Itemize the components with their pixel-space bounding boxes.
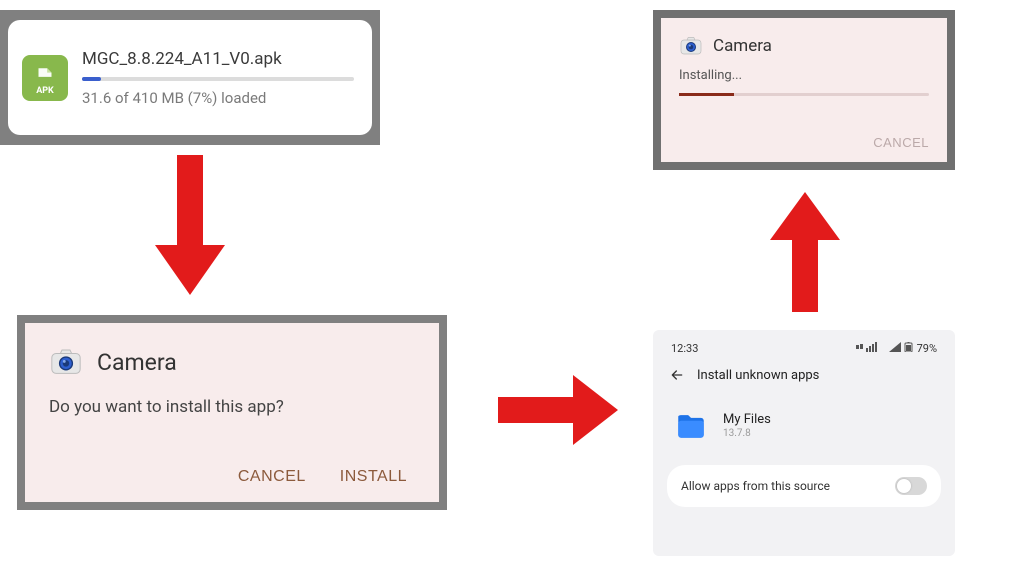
download-info: MGC_8.8.224_A11_V0.apk 31.6 of 410 MB (7…	[82, 49, 354, 107]
camera-app-icon	[679, 34, 703, 58]
flow-arrow-up	[770, 192, 840, 312]
install-prompt-actions: CANCEL INSTALL	[49, 468, 415, 486]
download-filename: MGC_8.8.224_A11_V0.apk	[82, 49, 354, 69]
download-card[interactable]: APK MGC_8.8.224_A11_V0.apk 31.6 of 410 M…	[8, 20, 372, 135]
app-meta: My Files 13.7.8	[723, 412, 771, 439]
installing-card: Camera Installing... CANCEL	[661, 18, 947, 162]
settings-page-title: Install unknown apps	[697, 368, 819, 383]
download-status-text: 31.6 of 410 MB (7%) loaded	[82, 89, 354, 107]
network-icon	[856, 342, 886, 355]
install-prompt-header: Camera	[49, 345, 415, 379]
download-progress-bar	[82, 77, 354, 81]
install-button[interactable]: INSTALL	[340, 468, 407, 486]
signal-icon	[889, 342, 901, 355]
toggle-knob	[897, 479, 911, 493]
installing-actions: CANCEL	[679, 135, 929, 150]
cancel-button[interactable]: CANCEL	[238, 468, 306, 486]
installing-status-text: Installing...	[679, 68, 929, 83]
install-prompt-question: Do you want to install this app?	[49, 397, 415, 417]
back-arrow-icon[interactable]	[669, 367, 685, 383]
installing-progress-fill	[679, 93, 734, 96]
battery-percent: 79%	[917, 342, 937, 355]
status-bar: 12:33 79%	[667, 340, 941, 363]
install-prompt-app-name: Camera	[97, 349, 177, 376]
app-info-row: My Files 13.7.8	[667, 397, 941, 459]
settings-header: Install unknown apps	[667, 363, 941, 397]
allow-source-toggle[interactable]	[895, 477, 927, 495]
installing-progress-bar	[679, 93, 929, 96]
install-prompt-card: Camera Do you want to install this app? …	[25, 323, 439, 502]
settings-unknown-apps-panel: 12:33 79% Install unknown apps My Files …	[653, 330, 955, 556]
my-files-app-icon	[673, 407, 709, 443]
download-progress-fill	[82, 77, 101, 81]
settings-app-name: My Files	[723, 412, 771, 427]
installing-header: Camera	[679, 34, 929, 58]
installing-cancel-button[interactable]: CANCEL	[873, 135, 929, 150]
install-prompt-panel: Camera Do you want to install this app? …	[17, 315, 447, 510]
download-notification-panel: APK MGC_8.8.224_A11_V0.apk 31.6 of 410 M…	[0, 10, 380, 145]
allow-source-toggle-card[interactable]: Allow apps from this source	[667, 465, 941, 507]
installing-app-name: Camera	[713, 36, 772, 56]
flow-arrow-down-1	[155, 155, 225, 295]
apk-file-icon: APK	[22, 55, 68, 101]
settings-app-version: 13.7.8	[723, 428, 771, 439]
battery-icon	[904, 342, 914, 355]
status-indicators: 79%	[856, 342, 937, 355]
camera-app-icon	[49, 345, 83, 379]
apk-label: APK	[36, 86, 54, 96]
status-time: 12:33	[671, 342, 698, 355]
installing-panel: Camera Installing... CANCEL	[653, 10, 955, 170]
flow-arrow-right	[498, 370, 618, 450]
toggle-label: Allow apps from this source	[681, 479, 830, 493]
